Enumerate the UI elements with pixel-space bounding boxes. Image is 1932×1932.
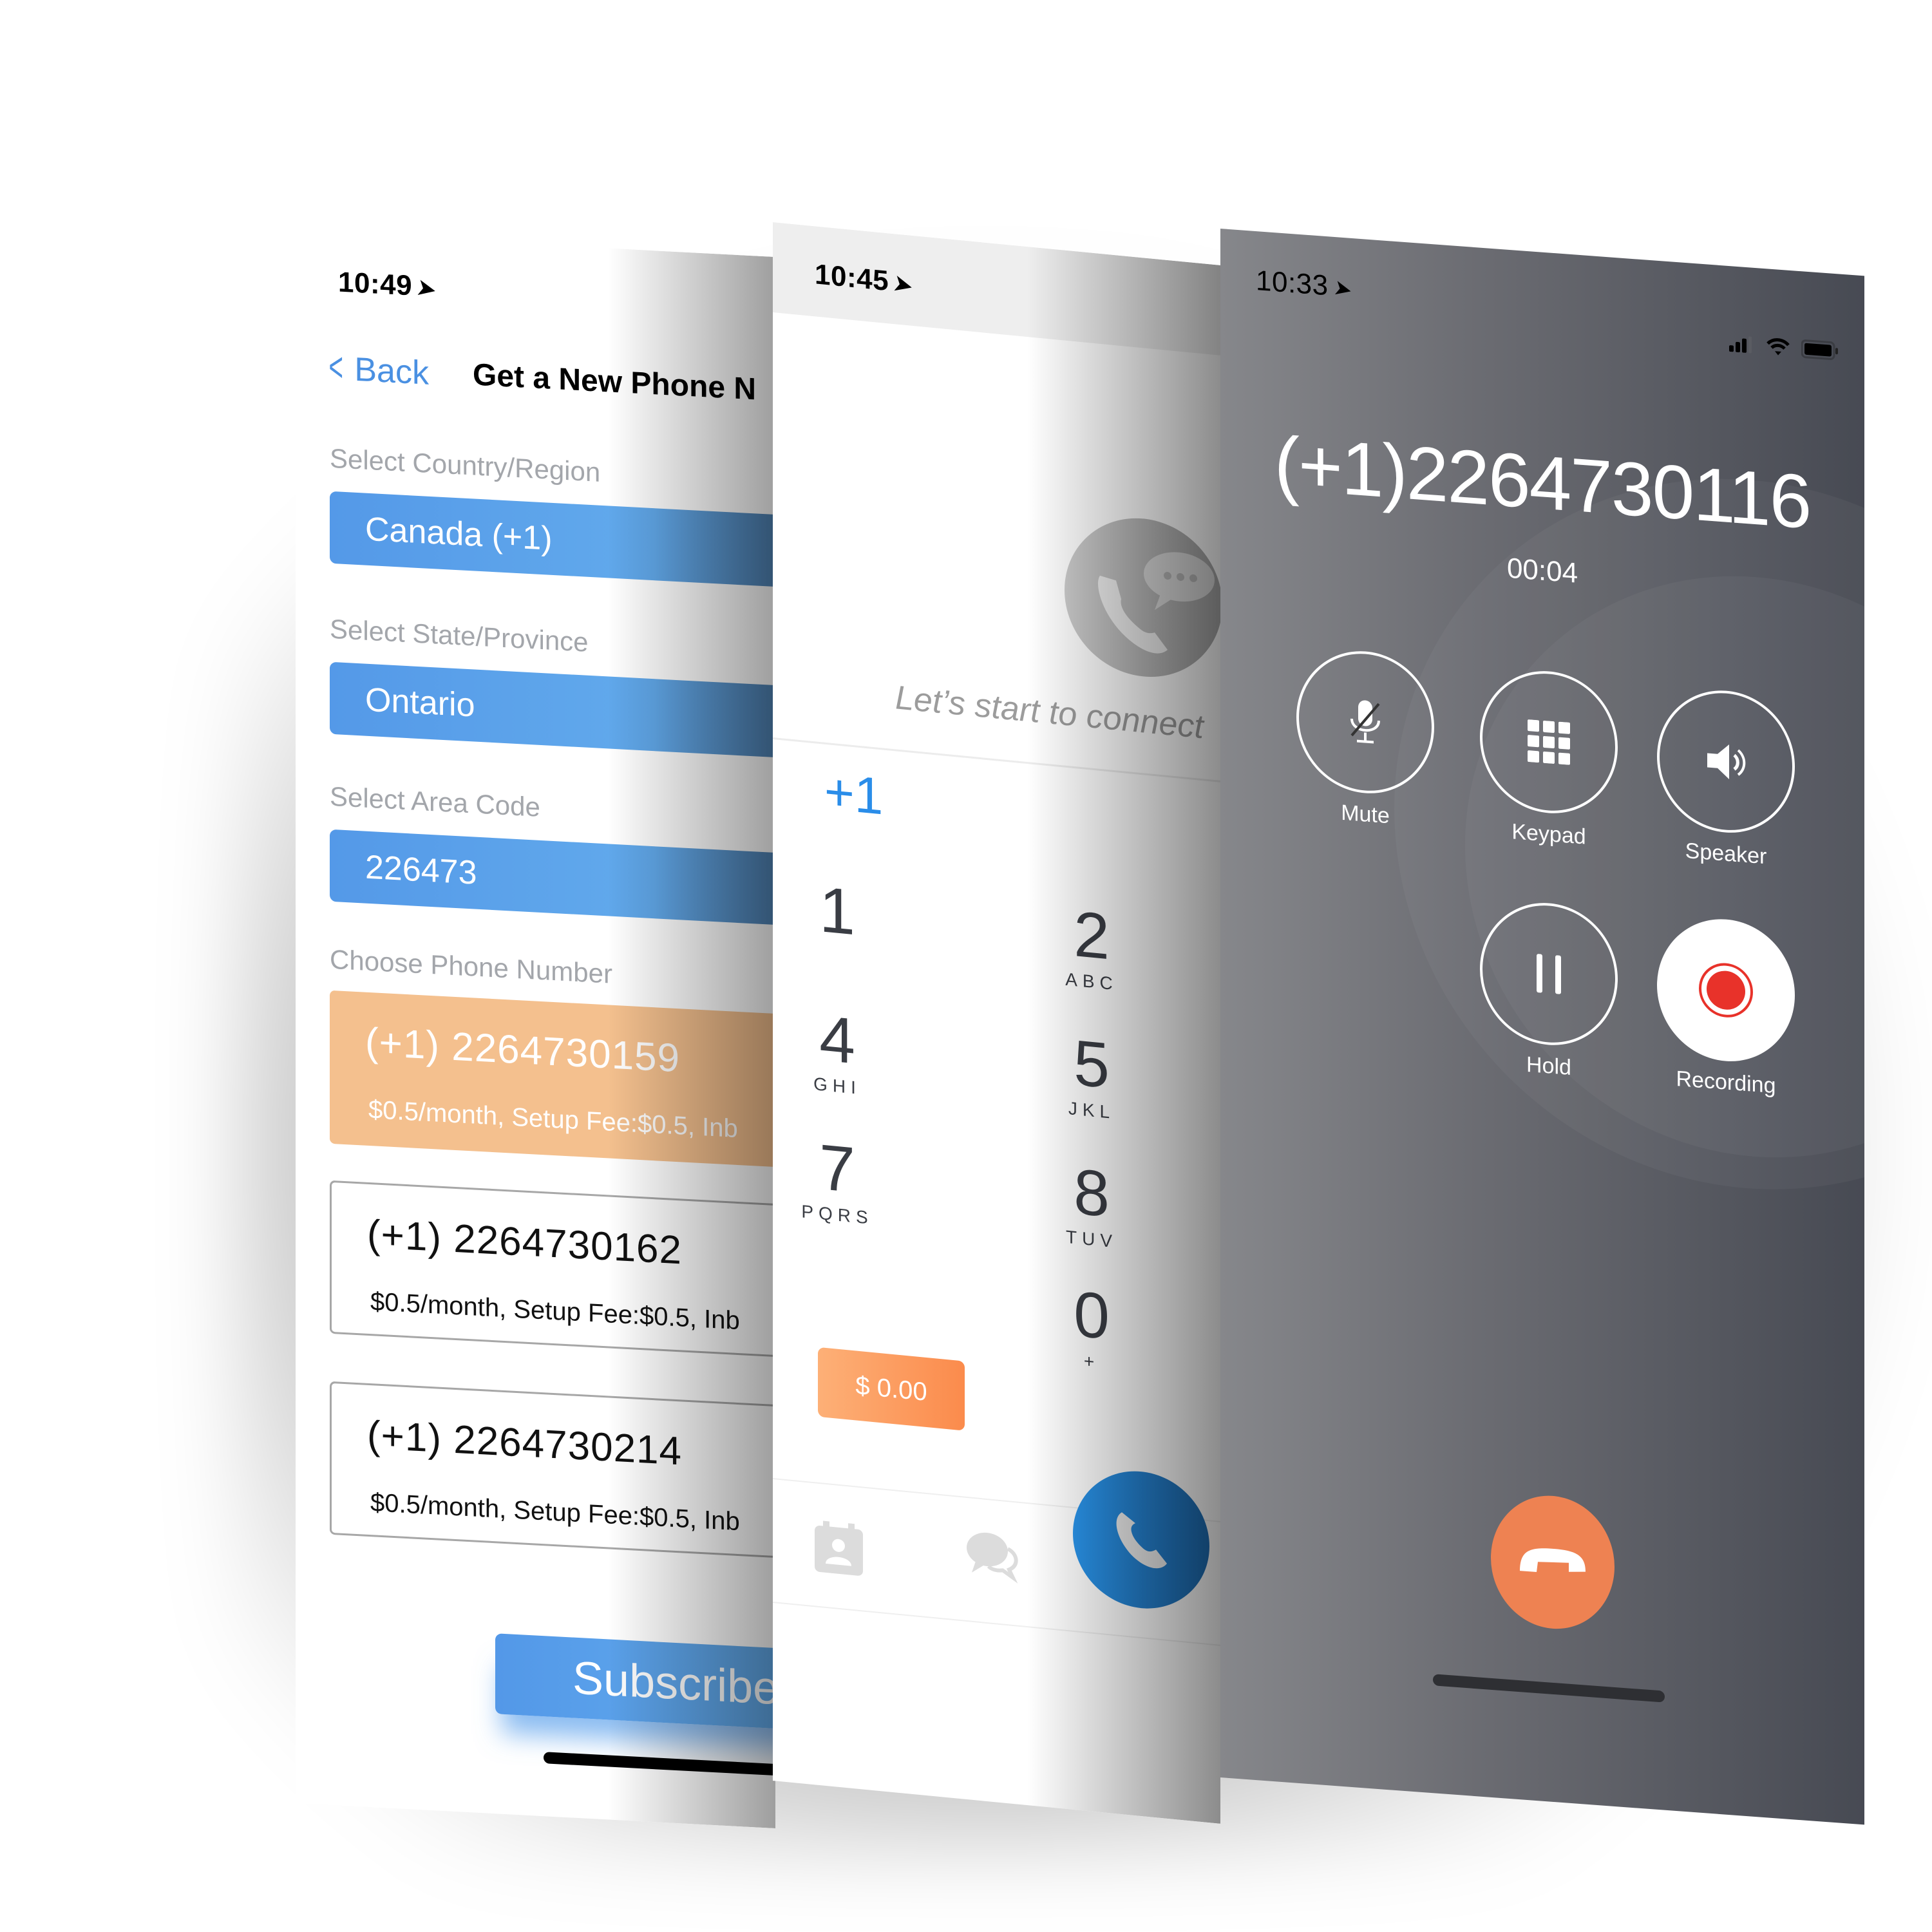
new-number-screen: 10:49 ➤ < Back Get a New Phone N Select C… (296, 232, 775, 1829)
area-code-select[interactable]: 226473 (330, 829, 775, 926)
contacts-icon[interactable] (811, 1519, 866, 1582)
dial-key-0[interactable]: 0 + (1027, 1277, 1156, 1378)
speaker-icon (1707, 744, 1746, 780)
dial-key-2[interactable]: 2 ABC (1027, 897, 1156, 998)
state-label: Select State/Province (330, 613, 589, 658)
area-code-label: Select Area Code (330, 781, 540, 822)
chevron-left-icon: < (328, 343, 343, 390)
pause-icon (1537, 954, 1561, 994)
end-call-button[interactable] (1491, 1491, 1615, 1633)
hang-up-icon (1520, 1548, 1586, 1573)
number-price: $0.5/month, Setup Fee:$0.5, Inb (368, 1095, 738, 1143)
balance-button[interactable]: $ 0.00 (818, 1347, 965, 1431)
subscribe-button[interactable]: Subscribe (495, 1633, 775, 1732)
number-option[interactable]: (+1) 2264730159 $0.5/month, Setup Fee:$0… (330, 990, 775, 1168)
country-label: Select Country/Region (330, 442, 601, 488)
battery-icon (1801, 339, 1838, 361)
number-text: (+1) 2264730162 (367, 1211, 683, 1273)
dial-key-1[interactable]: 1 (773, 873, 902, 953)
mute-button[interactable]: Mute (1294, 646, 1436, 832)
back-button[interactable]: < Back (324, 343, 429, 395)
status-time: 10:49 ➤ (338, 266, 439, 303)
keypad-icon (1528, 719, 1570, 765)
number-option[interactable]: (+1) 2264730162 $0.5/month, Setup Fee:$0… (330, 1180, 775, 1358)
country-code-display: +1 (824, 762, 884, 826)
phone-icon (1116, 1512, 1167, 1569)
in-call-screen: 10:33 ➤ (+1)2264730116 00:04 Mute Keypad … (1220, 229, 1864, 1825)
number-option[interactable]: (+1) 2264730214 $0.5/month, Setup Fee:$0… (330, 1381, 775, 1559)
state-select[interactable]: Ontario (330, 661, 775, 759)
wifi-icon (1766, 338, 1790, 355)
number-price: $0.5/month, Setup Fee:$0.5, Inb (370, 1287, 740, 1336)
dial-key-8[interactable]: 8 TUV (1027, 1155, 1156, 1256)
number-text: (+1) 2264730214 (367, 1412, 683, 1474)
keypad-button[interactable]: Keypad (1478, 666, 1620, 852)
page-title: Get a New Phone N (473, 357, 757, 407)
empty-state-message: Let’s start to connect (895, 679, 1204, 746)
dial-key-4[interactable]: 4 GHI (773, 1001, 902, 1103)
number-text: (+1) 2264730159 (365, 1019, 681, 1081)
choose-number-label: Choose Phone Number (330, 943, 612, 989)
status-time: 10:33 ➤ (1256, 265, 1354, 303)
messages-icon[interactable] (963, 1526, 1021, 1587)
hold-button[interactable]: Hold (1478, 898, 1620, 1084)
mic-off-icon (1350, 700, 1380, 744)
control-label: Hold (1526, 1052, 1571, 1081)
home-indicator (544, 1752, 775, 1778)
location-arrow-icon: ➤ (1331, 274, 1354, 303)
location-arrow-icon: ➤ (891, 270, 915, 299)
dial-key-7[interactable]: 7 PQRS (773, 1130, 902, 1231)
dial-key-5[interactable]: 5 JKL (1027, 1026, 1156, 1127)
country-select[interactable]: Canada (+1) (330, 491, 775, 588)
back-label: Back (354, 350, 429, 392)
speaker-button[interactable]: Speaker (1655, 685, 1797, 872)
dialer-screen: 10:45 ➤ Let’s start to connect +1 1 2 ABC … (773, 222, 1220, 1824)
home-indicator (1433, 1674, 1665, 1703)
record-icon (1699, 963, 1753, 1018)
signal-icon (1729, 336, 1752, 354)
status-icons (1729, 334, 1839, 361)
location-arrow-icon: ➤ (415, 274, 439, 303)
recording-button[interactable]: Recording (1655, 914, 1797, 1101)
phone-chat-logo-icon (1065, 511, 1220, 685)
number-price: $0.5/month, Setup Fee:$0.5, Inb (370, 1488, 740, 1537)
control-label: Mute (1341, 800, 1390, 829)
